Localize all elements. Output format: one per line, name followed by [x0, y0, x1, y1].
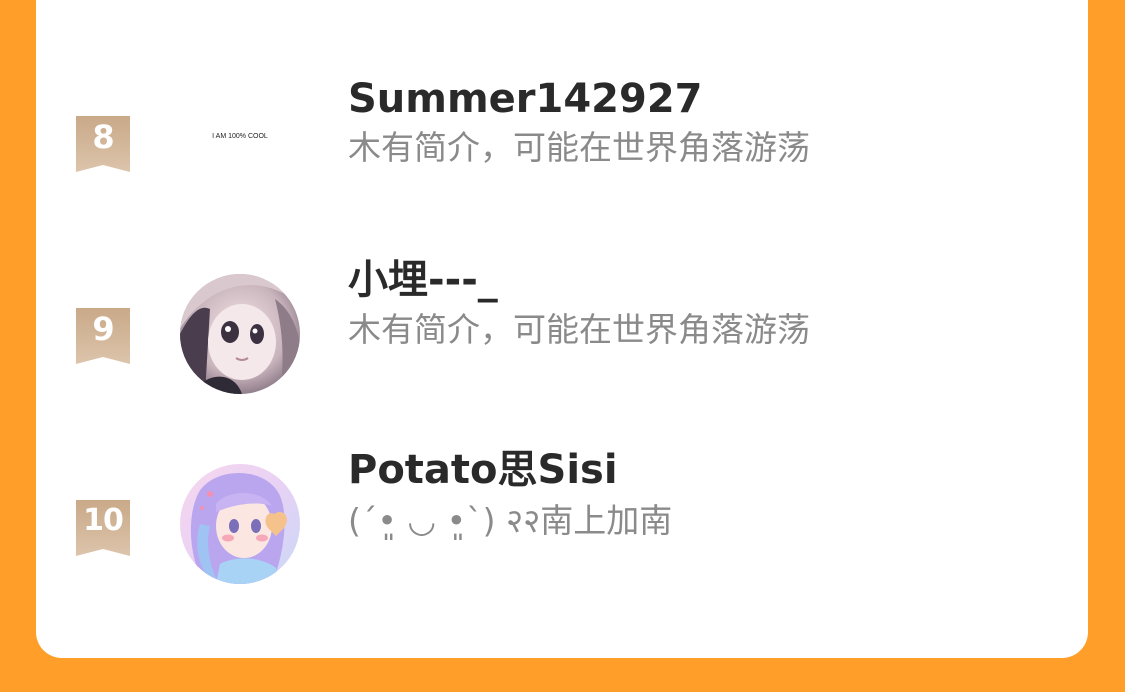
list-item[interactable]: 8 I AM 100% COOL Summer142927 木有简介，可能在世界… — [36, 76, 1088, 206]
rank-number: 9 — [92, 310, 114, 348]
rank-badge: 10 — [76, 500, 130, 556]
user-name[interactable]: 小埋---_ — [348, 257, 498, 303]
list-item[interactable]: 10 Potato思Sisi (ˊ•͈ ◡ •͈ˋ) २२南上加南 — [36, 447, 1088, 590]
rank-number: 10 — [83, 503, 124, 538]
rank-badge: 8 — [76, 116, 130, 172]
anime-doll-avatar-image — [180, 274, 300, 394]
avatar[interactable] — [180, 464, 300, 584]
rank-number: 8 — [92, 118, 114, 156]
rank-badge: 9 — [76, 308, 130, 364]
user-bio: (ˊ•͈ ◡ •͈ˋ) २२南上加南 — [348, 501, 673, 540]
user-name[interactable]: Potato思Sisi — [348, 447, 618, 493]
ranking-card: 8 I AM 100% COOL Summer142927 木有简介，可能在世界… — [36, 0, 1088, 658]
avatar-caption: I AM 100% COOL — [212, 133, 268, 140]
avatar[interactable]: I AM 100% COOL — [180, 81, 300, 201]
avatar[interactable] — [180, 274, 300, 394]
user-bio: 木有简介，可能在世界角落游荡 — [348, 128, 810, 167]
user-name[interactable]: Summer142927 — [348, 76, 703, 122]
user-bio: 木有简介，可能在世界角落游荡 — [348, 310, 810, 349]
list-item[interactable]: 9 小埋---_ 木有简介，可能在世界角落游荡 — [36, 257, 1088, 398]
pastel-girl-avatar-image — [180, 464, 300, 584]
